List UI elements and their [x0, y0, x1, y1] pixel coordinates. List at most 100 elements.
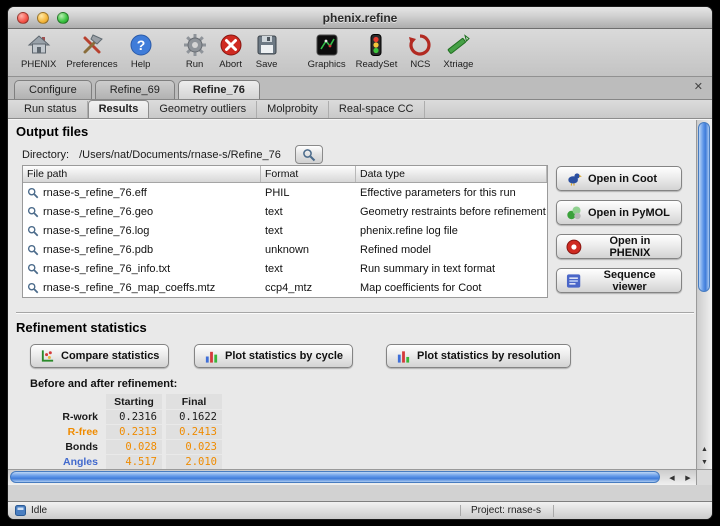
stats-row-r-work: R-work 0.2316 0.1622: [52, 410, 226, 424]
toolbar-label: PHENIX: [21, 59, 56, 70]
stats-starting-value: 4.517: [106, 455, 162, 469]
file-path-text: rnase-s_refine_76_map_coeffs.mtz: [43, 282, 215, 294]
format-cell: text: [261, 224, 356, 238]
toolbar-label: Xtriage: [443, 59, 473, 70]
column-header-data-type[interactable]: Data type: [356, 166, 547, 182]
file-row[interactable]: rnase-s_refine_76.eff PHIL Effective par…: [23, 183, 547, 202]
coot-icon: [566, 172, 582, 186]
column-header-format[interactable]: Format: [261, 166, 356, 182]
stats-starting-value: 0.2316: [106, 410, 162, 424]
open-in-coot-button[interactable]: Open in Coot: [556, 166, 682, 191]
file-path-cell: rnase-s_refine_76.eff: [23, 186, 261, 200]
magnifier-icon: [27, 263, 39, 275]
status-end-section: [553, 505, 705, 517]
plot-statistics-by-resolution-button[interactable]: Plot statistics by resolution: [386, 344, 571, 368]
magnifier-icon: [27, 187, 39, 199]
toolbar-abort-button[interactable]: Abort: [213, 31, 249, 70]
project-label: Project: rnase-s: [460, 505, 541, 516]
subtab-run-status[interactable]: Run status: [14, 101, 88, 118]
sequence-viewer-button[interactable]: Sequence viewer: [556, 268, 682, 293]
format-cell: text: [261, 262, 356, 276]
title-bar[interactable]: phenix.refine: [8, 7, 712, 29]
vertical-scrollbar-thumb[interactable]: [698, 122, 710, 292]
data-type-cell: Run summary in text format: [356, 262, 547, 276]
file-row[interactable]: rnase-s_refine_76.log text phenix.refine…: [23, 221, 547, 240]
toolbar-label: NCS: [410, 59, 430, 70]
toolbar-preferences-button[interactable]: Preferences: [61, 31, 122, 70]
file-row[interactable]: rnase-s_refine_76.geo text Geometry rest…: [23, 202, 547, 221]
tab-configure[interactable]: Configure: [14, 80, 92, 99]
button-label: Open in PHENIX: [588, 235, 672, 259]
vertical-scrollbar[interactable]: ▲ ▼: [696, 120, 712, 470]
tab-close-button[interactable]: ✕: [694, 82, 703, 93]
toolbar-help-button[interactable]: ? Help: [123, 31, 159, 70]
stats-final-value: 0.1622: [166, 410, 222, 424]
output-files-table: File path Format Data type rnase-s_refin…: [22, 165, 548, 298]
toolbar-xtriage-button[interactable]: Xtriage: [438, 31, 478, 70]
stats-row-r-free: R-free 0.2313 0.2413: [52, 425, 226, 439]
sequence-viewer-icon: [566, 273, 581, 289]
file-path-text: rnase-s_refine_76.log: [43, 225, 149, 237]
directory-value: /Users/nat/Documents/rnase-s/Refine_76: [79, 149, 281, 161]
stats-row-label: Bonds: [52, 441, 106, 453]
toolbar-save-button[interactable]: Save: [249, 31, 285, 70]
directory-row: Directory: /Users/nat/Documents/rnase-s/…: [22, 145, 323, 164]
toolbar-phenix-button[interactable]: PHENIX: [16, 31, 61, 70]
results-subtab-bar: Run status Results Geometry outliers Mol…: [8, 100, 712, 119]
window-title: phenix.refine: [8, 11, 712, 25]
compare-statistics-icon: [40, 349, 55, 364]
status-text: Idle: [31, 505, 47, 516]
file-row[interactable]: rnase-s_refine_76_map_coeffs.mtz ccp4_mt…: [23, 278, 547, 297]
magnifier-icon: [27, 206, 39, 218]
column-header-file-path[interactable]: File path: [23, 166, 261, 182]
toolbar-ncs-button[interactable]: NCS: [402, 31, 438, 70]
results-panel: Output files Directory: /Users/nat/Docum…: [8, 119, 712, 485]
tab-refine-76[interactable]: Refine_76: [178, 80, 260, 99]
horizontal-scrollbar-thumb[interactable]: [10, 471, 660, 483]
file-row[interactable]: rnase-s_refine_76_info.txt text Run summ…: [23, 259, 547, 278]
stats-final-value: 0.2413: [166, 425, 222, 439]
refinement-statistics-heading: Refinement statistics: [16, 320, 147, 335]
open-in-phenix-button[interactable]: Open in PHENIX: [556, 234, 682, 259]
file-row[interactable]: rnase-s_refine_76.pdb unknown Refined mo…: [23, 240, 547, 259]
scroll-left-arrow[interactable]: ◀: [664, 470, 680, 485]
file-path-cell: rnase-s_refine_76_map_coeffs.mtz: [23, 281, 261, 295]
button-label: Sequence viewer: [587, 269, 672, 293]
horizontal-scroll-arrows: ◀ ▶: [664, 470, 696, 485]
open-in-pymol-button[interactable]: Open in PyMOL: [556, 200, 682, 225]
stats-final-value: 0.023: [166, 440, 222, 454]
scroll-down-arrow[interactable]: ▼: [697, 456, 712, 469]
browse-directory-button[interactable]: [295, 145, 323, 164]
button-label: Plot statistics by cycle: [225, 350, 343, 362]
horizontal-scrollbar[interactable]: ◀ ▶: [8, 469, 698, 485]
subtab-results[interactable]: Results: [88, 100, 150, 118]
plot-statistics-by-cycle-button[interactable]: Plot statistics by cycle: [194, 344, 353, 368]
file-path-text: rnase-s_refine_76.pdb: [43, 244, 153, 256]
button-label: Open in PyMOL: [588, 207, 670, 219]
subtab-real-space-cc[interactable]: Real-space CC: [329, 101, 425, 118]
results-panel-content: Output files Directory: /Users/nat/Docum…: [8, 120, 698, 470]
app-window: phenix.refine PHENIX Preferences ? Help: [7, 6, 713, 520]
file-path-cell: rnase-s_refine_76_info.txt: [23, 262, 261, 276]
toolbar: PHENIX Preferences ? Help Run Abort: [8, 29, 712, 77]
button-label: Plot statistics by resolution: [417, 350, 561, 362]
file-path-text: rnase-s_refine_76.geo: [43, 206, 153, 218]
status-bar: Idle Project: rnase-s: [8, 501, 712, 519]
toolbar-readyset-button[interactable]: ReadySet: [351, 31, 403, 70]
status-icon: [15, 505, 26, 516]
compare-statistics-button[interactable]: Compare statistics: [30, 344, 169, 368]
help-icon: ?: [128, 31, 154, 58]
format-cell: PHIL: [261, 186, 356, 200]
stats-column-starting: Starting: [106, 394, 162, 409]
scroll-up-arrow[interactable]: ▲: [697, 443, 712, 456]
toolbar-label: ReadySet: [356, 59, 398, 70]
subtab-molprobity[interactable]: Molprobity: [257, 101, 329, 118]
toolbar-graphics-button[interactable]: Graphics: [303, 31, 351, 70]
toolbar-label: Graphics: [308, 59, 346, 70]
scroll-right-arrow[interactable]: ▶: [680, 470, 696, 485]
xtriage-icon: [445, 31, 471, 58]
stats-header-row: Starting Final: [52, 394, 226, 409]
subtab-geometry-outliers[interactable]: Geometry outliers: [149, 101, 257, 118]
toolbar-run-button[interactable]: Run: [177, 31, 213, 70]
tab-refine-69[interactable]: Refine_69: [95, 80, 175, 99]
